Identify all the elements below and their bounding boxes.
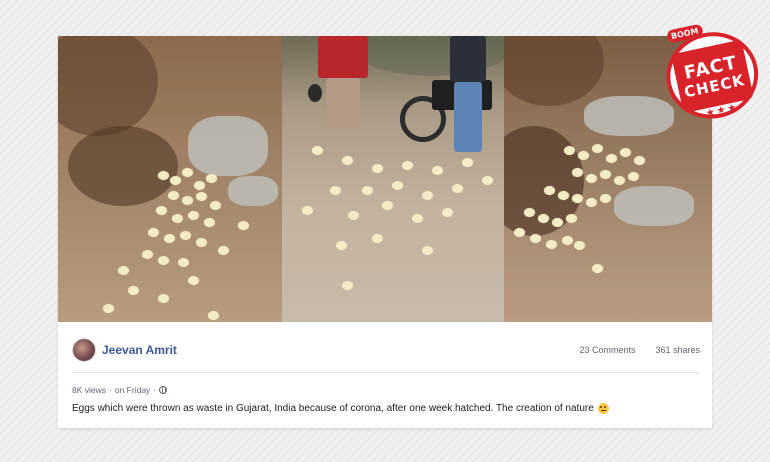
facebook-post-card: Jeevan Amrit 23 Comments 361 shares 8K v…: [58, 36, 712, 428]
post-engagement-stats: 23 Comments 361 shares: [579, 345, 700, 355]
badge-label: FACT CHECK: [671, 39, 754, 114]
shares-count-link[interactable]: 361 shares: [655, 345, 700, 355]
globe-icon: [159, 386, 168, 394]
post-meta: 8K views · on Friday ·: [72, 385, 168, 395]
post-caption: Eggs which were thrown as waste in Gujar…: [72, 403, 609, 414]
meta-separator: ·: [109, 385, 112, 395]
caption-text: Eggs which were thrown as waste in Gujar…: [72, 403, 594, 414]
post-timestamp-link[interactable]: on Friday: [115, 385, 150, 395]
divider: [72, 372, 700, 373]
post-header: Jeevan Amrit 23 Comments 361 shares: [72, 336, 700, 364]
comments-count-link[interactable]: 23 Comments: [579, 345, 635, 355]
post-video-media[interactable]: [58, 36, 712, 322]
views-count: 8K views: [72, 385, 107, 395]
author-name-link[interactable]: Jeevan Amrit: [102, 343, 177, 357]
video-frame-left: [58, 36, 282, 322]
boom-fact-check-badge: FACT CHECK ★★★ BOOM: [657, 19, 770, 129]
thinking-face-emoji-icon: [597, 403, 609, 414]
video-frame-middle: [282, 36, 504, 322]
meta-separator-2: ·: [153, 385, 157, 395]
avatar[interactable]: [72, 338, 96, 362]
